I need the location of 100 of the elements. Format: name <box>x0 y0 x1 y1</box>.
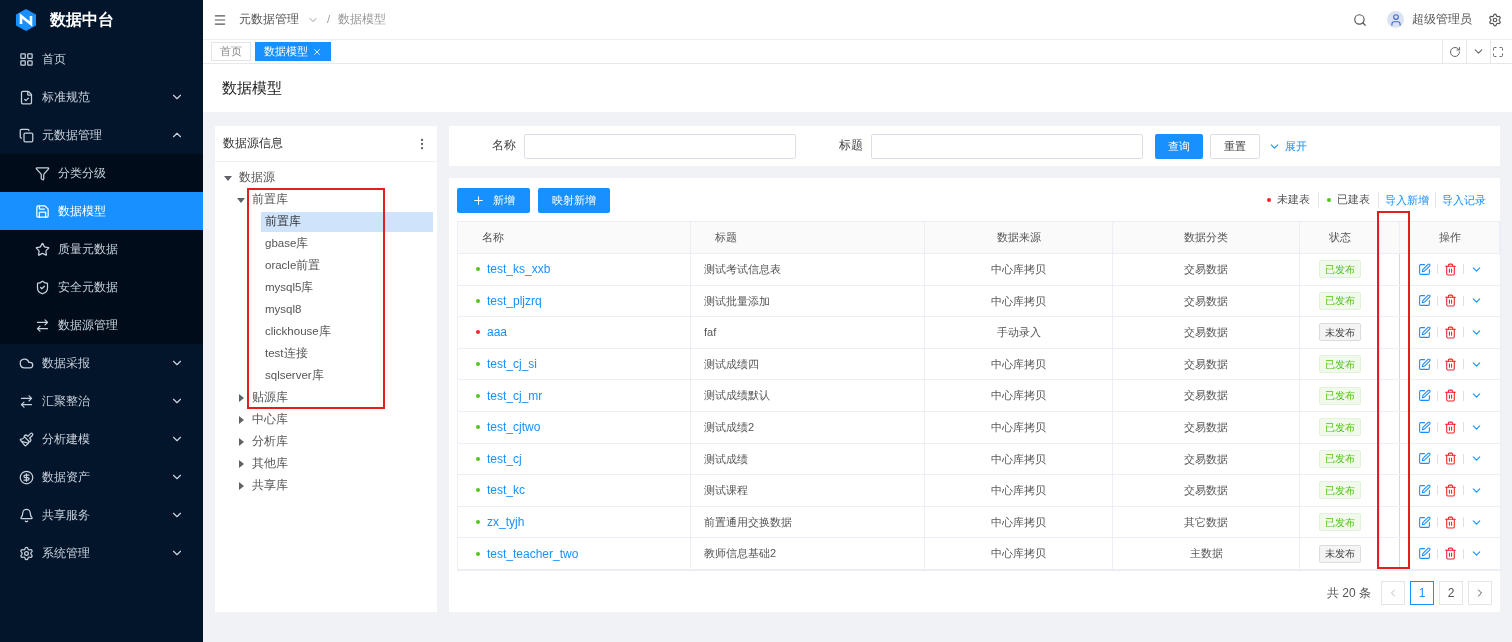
search-icon[interactable] <box>1353 12 1367 27</box>
floppy-icon <box>35 203 50 219</box>
plus-icon <box>472 193 485 207</box>
sidebar-subitem[interactable]: 安全元数据 <box>0 268 203 306</box>
tree-node[interactable]: mysql8 <box>261 300 433 320</box>
table-cell-text: 交易数据 <box>1184 262 1228 278</box>
sidebar-item[interactable]: 分析建模 <box>0 420 203 458</box>
sidebar-subitem[interactable]: 数据源管理 <box>0 306 203 344</box>
delete-icon[interactable] <box>1443 357 1457 371</box>
sidebar-item[interactable]: 汇聚整治 <box>0 382 203 420</box>
status-tag: 已发布 <box>1318 355 1361 374</box>
edit-icon[interactable] <box>1417 547 1431 561</box>
arrows-icon <box>19 393 34 409</box>
tree-node[interactable]: 分析库 <box>248 432 433 452</box>
avatar[interactable] <box>1387 11 1404 28</box>
reset-button[interactable]: 重置 <box>1210 133 1260 159</box>
table-cell-text: 中心库拷贝 <box>991 356 1046 372</box>
sidebar-item[interactable]: 元数据管理 <box>0 116 203 154</box>
sidebar-item[interactable]: 系统管理 <box>0 534 203 572</box>
table-cell-text: 中心库拷贝 <box>991 514 1046 530</box>
collapsed-triangle-icon[interactable] <box>237 482 245 490</box>
status-tag: 已发布 <box>1318 449 1361 468</box>
refresh-icon[interactable] <box>1448 45 1461 58</box>
column-header: 标题 <box>714 230 737 246</box>
total-count: 共 20 条 <box>1327 584 1371 602</box>
delete-icon[interactable] <box>1443 452 1457 466</box>
collapsed-triangle-icon[interactable] <box>237 416 245 424</box>
tree-node[interactable]: gbase库 <box>261 234 433 254</box>
delete-icon[interactable] <box>1443 420 1457 434</box>
tree-node[interactable]: sqlserver库 <box>261 366 433 386</box>
user-name[interactable]: 超级管理员 <box>1412 10 1472 29</box>
table-cell-text: 交易数据 <box>1184 451 1228 467</box>
status-tag: 未发布 <box>1318 323 1361 342</box>
shield-icon <box>35 279 50 295</box>
tree-node[interactable]: 数据源 <box>235 168 433 188</box>
table-cell-text: 交易数据 <box>1184 420 1228 435</box>
delete-icon[interactable] <box>1443 547 1457 561</box>
tree-node[interactable]: oracle前置 <box>261 256 433 276</box>
delete-icon[interactable] <box>1443 483 1457 497</box>
delete-icon[interactable] <box>1443 326 1457 339</box>
column-header: 状态 <box>1328 230 1351 246</box>
sidebar-item[interactable]: 标准规范 <box>0 78 203 116</box>
arrows-icon <box>35 317 50 333</box>
delete-icon[interactable] <box>1443 389 1457 403</box>
expanded-triangle-icon[interactable] <box>237 196 245 204</box>
collapsed-triangle-icon[interactable] <box>237 438 245 446</box>
sidebar-subitem[interactable]: 分类分级 <box>0 154 203 192</box>
tree-node[interactable]: 前置库 <box>261 212 433 232</box>
table-cell-text: 手动录入 <box>996 325 1041 341</box>
edit-icon[interactable] <box>1417 420 1431 434</box>
grid-icon <box>19 51 34 67</box>
panel-title: 数据源信息 <box>223 135 283 151</box>
table-cell-text: 中心库拷贝 <box>991 293 1046 309</box>
table-cell-text: 测试批量添加 <box>704 293 770 309</box>
sidebar-item[interactable]: 首页 <box>0 40 203 78</box>
table-cell-text: 测试成绩 <box>704 451 748 467</box>
menu-icon[interactable] <box>213 12 227 27</box>
expanded-triangle-icon[interactable] <box>224 174 232 182</box>
settings-icon <box>19 545 34 561</box>
edit-icon[interactable] <box>1417 262 1431 276</box>
sidebar-item[interactable]: 共享服务 <box>0 496 203 534</box>
text-field[interactable] <box>871 133 1143 159</box>
table-cell-text: 测试成绩四 <box>704 356 759 372</box>
delete-icon[interactable] <box>1443 262 1457 276</box>
collapsed-triangle-icon[interactable] <box>237 394 245 402</box>
edit-icon[interactable] <box>1417 389 1431 403</box>
edit-icon[interactable] <box>1417 483 1431 497</box>
edit-icon[interactable] <box>1417 452 1431 466</box>
tree-node[interactable]: test连接 <box>261 344 433 364</box>
collapsed-triangle-icon[interactable] <box>237 460 245 468</box>
delete-icon[interactable] <box>1443 294 1457 308</box>
star-icon <box>35 241 50 257</box>
close-icon[interactable] <box>312 46 322 57</box>
tree-node[interactable]: 其他库 <box>248 454 433 474</box>
paint-roller-icon <box>19 431 34 447</box>
tree-node[interactable]: mysql5库 <box>261 278 433 298</box>
tree-node[interactable]: 贴源库 <box>248 388 433 408</box>
edit-icon[interactable] <box>1417 357 1431 371</box>
text-field[interactable] <box>524 133 796 159</box>
tree-node[interactable]: 前置库 <box>248 190 433 210</box>
tree-node[interactable]: 中心库 <box>248 410 433 430</box>
sidebar-item[interactable]: 数据采报 <box>0 344 203 382</box>
settings-icon[interactable] <box>1488 12 1502 27</box>
edit-icon[interactable] <box>1417 515 1431 529</box>
sidebar-item[interactable]: 数据资产 <box>0 458 203 496</box>
edit-icon[interactable] <box>1417 326 1431 339</box>
table-cell-text: 其它数据 <box>1184 514 1228 530</box>
table-cell-text: 测试成绩默认 <box>704 388 770 404</box>
breadcrumb-item[interactable]: 元数据管理 <box>239 10 299 29</box>
bell-icon <box>19 507 34 523</box>
page-tab[interactable]: 首页 <box>211 42 251 61</box>
delete-icon[interactable] <box>1443 515 1457 529</box>
tree-node[interactable]: 共享库 <box>248 476 433 496</box>
table-cell-text: 中心库拷贝 <box>991 388 1046 404</box>
tree-node[interactable]: clickhouse库 <box>261 322 433 342</box>
sidebar-subitem[interactable]: 质量元数据 <box>0 230 203 268</box>
fullscreen-icon[interactable] <box>1492 45 1504 58</box>
page-button[interactable]: 2 <box>1439 580 1463 605</box>
edit-icon[interactable] <box>1417 294 1431 308</box>
logo-icon <box>14 8 38 32</box>
